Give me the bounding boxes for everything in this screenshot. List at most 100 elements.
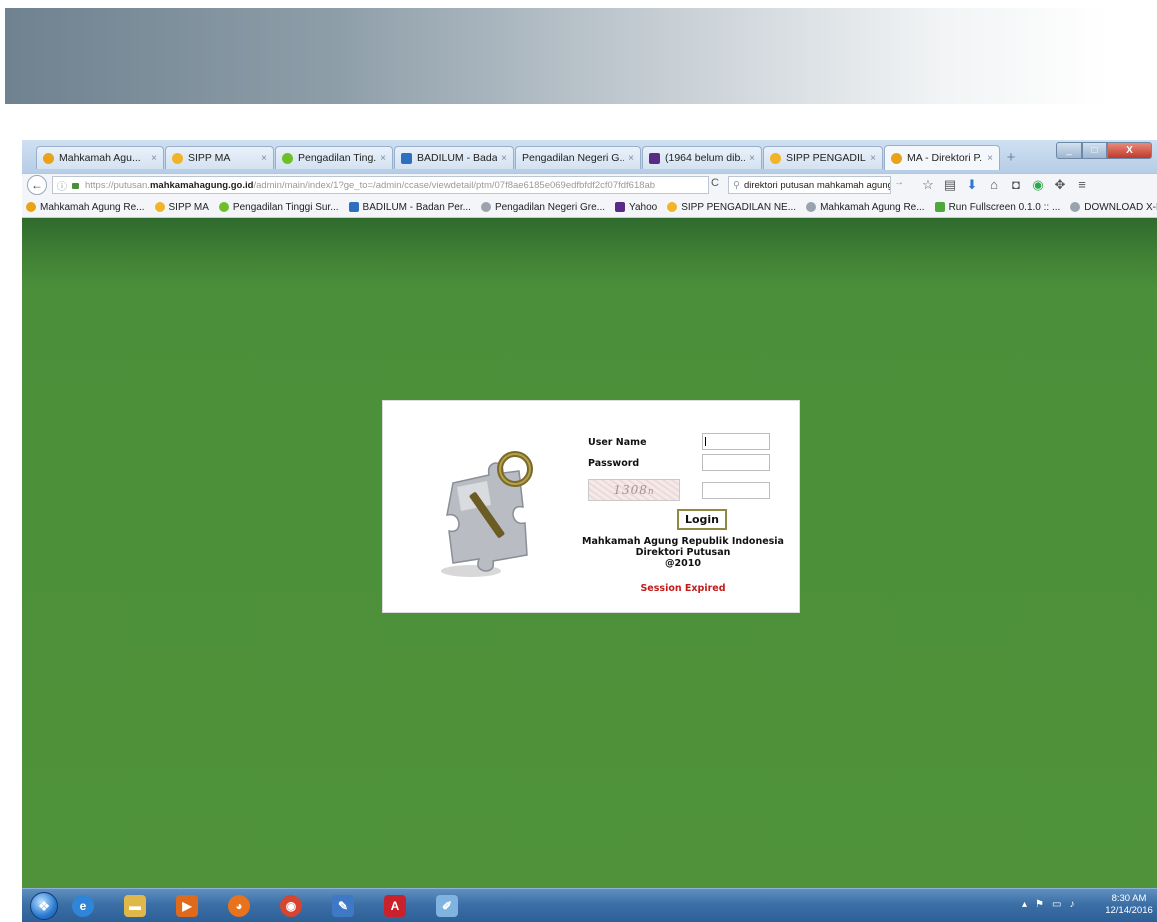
taskbar-acrobat-icon[interactable]: A (380, 893, 410, 919)
taskbar-clock[interactable]: 8:30 AM 12/14/2016 (1104, 893, 1154, 917)
tab-title: Mahkamah Agu... (59, 152, 141, 164)
info-icon[interactable]: ⓘ (57, 178, 67, 193)
start-button[interactable]: ❖ (30, 892, 58, 920)
bookmark-item[interactable]: SIPP PENGADILAN NE... (667, 202, 796, 213)
search-icon: ⚲ (733, 179, 740, 191)
bookmark-item[interactable]: BADILUM - Badan Per... (348, 202, 471, 213)
tab-direktori-putusan-active[interactable]: MA - Direktori P... × (884, 145, 1000, 170)
folder-icon: ▬ (124, 895, 146, 917)
taskbar-media-icon[interactable]: ▶ (172, 893, 202, 919)
url-path: /admin/main/index/1?ge_to=/admin/ccase/v… (253, 179, 656, 191)
tab-title: (1964 belum dib... (665, 152, 746, 164)
bookmark-favicon (26, 202, 36, 212)
taskbar-notepad-icon[interactable]: ✎ (328, 893, 358, 919)
tab-close-icon[interactable]: × (870, 153, 876, 164)
bookmark-item[interactable]: Pengadilan Tinggi Sur... (218, 201, 339, 213)
tab-close-icon[interactable]: × (628, 153, 634, 164)
bookmark-label: SIPP PENGADILAN NE... (681, 201, 797, 213)
tab-sipp-ma[interactable]: SIPP MA × (165, 146, 274, 169)
pocket-icon[interactable]: ◘ (1005, 175, 1027, 195)
close-window-button[interactable]: X (1107, 142, 1152, 159)
tab-sipp-pengadilan[interactable]: SIPP PENGADIL... × (763, 146, 883, 169)
navigation-bar: ← ⓘ https://putusan. mahkamahagung.go.id… (22, 173, 1157, 198)
windows-taskbar: ❖ e ▬ ▶ ◕ ◉ ✎ A ✐ ▴ ⚑ ▭ ♪ 8:30 AM 12/14/… (22, 888, 1157, 922)
bookmark-item[interactable]: SIPP MA (154, 202, 209, 213)
addon-icon[interactable]: ✥ (1049, 175, 1071, 195)
captcha-suffix: n (647, 487, 655, 497)
bookmark-item[interactable]: Run Fullscreen 0.1.0 :: ... (934, 202, 1060, 213)
tab-favicon (891, 152, 902, 164)
tab-title: Pengadilan Negeri G... (522, 152, 625, 164)
bookmark-item[interactable]: Mahkamah Agung Re... (806, 202, 925, 213)
taskbar-paint-icon[interactable]: ✐ (432, 893, 462, 919)
bookmark-favicon (218, 202, 229, 212)
tab-favicon (172, 152, 183, 164)
toolbar-icons: ☆ ▤ ⬇ ⌂ ◘ ◉ ✥ ≡ (917, 175, 1093, 195)
taskbar-explorer-icon[interactable]: ▬ (120, 893, 150, 919)
info-org: Mahkamah Agung Republik Indonesia (582, 536, 784, 547)
system-tray: ▴ ⚑ ▭ ♪ (1022, 899, 1074, 910)
bookmark-label: Yahoo (629, 201, 658, 213)
back-button[interactable]: ← (27, 175, 47, 195)
tab-close-icon[interactable]: × (987, 153, 993, 164)
address-bar[interactable]: ⓘ https://putusan. mahkamahagung.go.id /… (52, 176, 709, 194)
tab-title: MA - Direktori P... (907, 152, 984, 164)
bookmarks-bar: Mahkamah Agung Re... SIPP MA Pengadilan … (22, 197, 1157, 218)
tray-expand-icon[interactable]: ▴ (1022, 899, 1027, 910)
bookmark-label: Pengadilan Negeri Gre... (494, 201, 606, 213)
bookmark-star-icon[interactable]: ☆ (917, 175, 939, 195)
browser-screenshot: Mahkamah Agu... × SIPP MA × Pengadilan T… (22, 140, 1157, 922)
network-icon[interactable]: ▭ (1052, 899, 1061, 910)
bookmark-favicon (348, 202, 359, 212)
maximize-button[interactable]: □ (1082, 142, 1107, 159)
tab-close-icon[interactable]: × (380, 153, 386, 164)
tab-close-icon[interactable]: × (151, 153, 157, 164)
download-icon[interactable]: ⬇ (961, 175, 983, 195)
reload-icon[interactable]: C (711, 177, 719, 189)
media-player-icon: ▶ (176, 895, 198, 917)
search-go-icon[interactable]: → (894, 177, 904, 188)
tab-yahoo-mail[interactable]: (1964 belum dib... × (642, 146, 762, 169)
bookmark-item[interactable]: Pengadilan Negeri Gre... (480, 201, 606, 213)
bookmark-label: Mahkamah Agung Re... (40, 201, 145, 213)
new-tab-button[interactable]: + (1000, 149, 1022, 167)
tab-close-icon[interactable]: × (749, 153, 755, 164)
bookmark-label: Pengadilan Tinggi Sur... (232, 201, 339, 213)
window-controls: _ □ X (1056, 142, 1152, 160)
menu-icon[interactable]: ≡ (1071, 175, 1093, 195)
login-button[interactable]: Login (677, 509, 727, 530)
action-center-icon[interactable]: ⚑ (1035, 899, 1044, 910)
firefox-icon: ◕ (228, 895, 250, 917)
tab-pengadilan-tinggi[interactable]: Pengadilan Ting... × (275, 146, 393, 169)
taskbar-firefox-icon[interactable]: ◕ (224, 893, 254, 919)
acrobat-icon: A (384, 895, 406, 917)
password-label: Password (588, 458, 640, 469)
tab-close-icon[interactable]: × (261, 153, 267, 164)
search-bar[interactable]: ⚲ direktori putusan mahkamah agung (728, 176, 891, 194)
reading-list-icon[interactable]: ▤ (939, 175, 961, 195)
tab-strip: Mahkamah Agu... × SIPP MA × Pengadilan T… (22, 140, 1157, 173)
tab-pengadilan-negeri[interactable]: Pengadilan Negeri G... × (515, 146, 641, 169)
captcha-image: 1308n (588, 479, 680, 501)
ie-icon: e (72, 895, 94, 917)
clock-time: 8:30 AM (1111, 893, 1147, 904)
bookmark-favicon (1070, 202, 1081, 212)
captcha-input[interactable] (702, 482, 770, 499)
minimize-button[interactable]: _ (1056, 142, 1082, 159)
volume-icon[interactable]: ♪ (1069, 899, 1074, 910)
password-input[interactable] (702, 454, 770, 471)
bookmark-item[interactable]: DOWNLOAD X-KARA... (1070, 202, 1157, 213)
tab-mahkamah-agung[interactable]: Mahkamah Agu... × (36, 146, 164, 169)
taskbar-ie-icon[interactable]: e (68, 893, 98, 919)
tab-close-icon[interactable]: × (501, 153, 507, 164)
clock-date: 12/14/2016 (1105, 905, 1153, 916)
bookmark-label: Mahkamah Agung Re... (820, 201, 925, 213)
home-icon[interactable]: ⌂ (983, 175, 1005, 195)
username-input[interactable] (702, 433, 770, 450)
taskbar-chrome-icon[interactable]: ◉ (276, 893, 306, 919)
bookmark-item[interactable]: Yahoo (615, 202, 657, 213)
tab-badilum[interactable]: BADILUM - Bada... × (394, 146, 514, 169)
bookmark-item[interactable]: Mahkamah Agung Re... (26, 202, 145, 213)
tab-favicon (43, 152, 54, 164)
extension-icon[interactable]: ◉ (1027, 175, 1049, 195)
